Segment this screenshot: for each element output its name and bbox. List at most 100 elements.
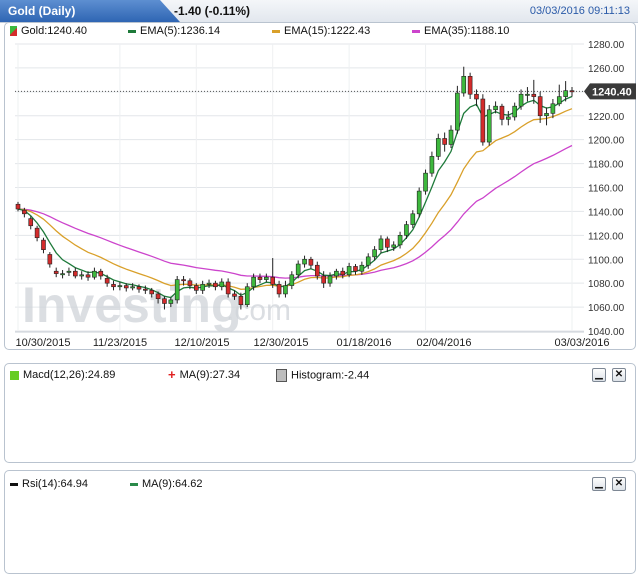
candle-body	[264, 276, 269, 280]
candle-body	[410, 213, 416, 225]
candle-body	[289, 274, 295, 286]
candle-body	[448, 129, 454, 145]
candle-body	[531, 93, 537, 97]
candle-body	[123, 285, 129, 289]
candle-body	[404, 224, 409, 236]
candle-body	[378, 238, 384, 250]
candle-body	[467, 75, 473, 95]
candle-body	[283, 285, 288, 295]
candle-body	[149, 290, 155, 295]
price-x-tick-label: 02/04/2016	[416, 337, 471, 349]
legend-rsi-ma: MA(9):64.62	[130, 478, 203, 490]
candle-body	[79, 274, 84, 277]
candle-body	[28, 218, 34, 227]
candle-body	[174, 279, 180, 301]
candle-body	[544, 113, 549, 117]
macd-legend-icon	[10, 370, 19, 380]
candle-body	[206, 282, 212, 285]
price-y-tick-label: 1220.00	[588, 112, 625, 123]
candle-body	[435, 138, 441, 157]
candle-body	[537, 96, 543, 117]
candle-body	[117, 285, 123, 288]
price-y-tick-label: 1200.00	[588, 136, 625, 147]
candle-body	[187, 280, 193, 286]
price-y-tick-label: 1100.00	[588, 255, 624, 266]
candle-body	[391, 244, 397, 248]
candle-body	[193, 285, 199, 291]
legend-macd-ma: + MA(9):27.34	[168, 367, 241, 383]
price-y-tick-label: 1140.00	[588, 207, 624, 218]
candle-body	[474, 93, 479, 100]
candle-body	[308, 258, 314, 266]
rsi-legend-icon	[10, 482, 18, 486]
minimize-icon[interactable]: ▁	[592, 368, 606, 382]
candle-body	[397, 235, 403, 246]
candle-body	[365, 256, 371, 266]
candle-body	[334, 270, 339, 277]
candle-body	[321, 275, 326, 284]
candle-body	[53, 270, 59, 274]
price-y-tick-label: 1060.00	[588, 303, 625, 314]
candle-body	[423, 172, 428, 192]
candle-body	[104, 278, 110, 284]
price-x-tick-label: 12/10/2015	[174, 337, 229, 349]
candle-body	[270, 276, 276, 285]
candle-body	[455, 92, 460, 131]
candle-body	[34, 227, 40, 239]
candle-body	[550, 103, 556, 114]
candle-body	[556, 96, 562, 105]
close-icon[interactable]: ✕	[612, 477, 626, 491]
candle-body	[251, 276, 256, 288]
minimize-icon[interactable]: ▁	[592, 477, 606, 491]
rsi-ma-legend-icon	[130, 482, 138, 486]
candle-body	[302, 258, 307, 265]
candle-body	[295, 263, 301, 276]
candle-body	[499, 105, 505, 120]
legend-rsi: Rsi(14):64.94	[10, 478, 88, 490]
price-x-tick-label: 10/30/2015	[15, 337, 70, 349]
rsi-legend: Rsi(14):64.94 MA(9):64.62	[10, 478, 410, 494]
candle-body	[136, 286, 142, 290]
candle-body	[327, 275, 333, 284]
candle-body	[518, 93, 524, 107]
candle-body	[353, 266, 358, 272]
candle-body	[506, 116, 511, 120]
candle-body	[257, 276, 263, 280]
price-y-tick-label: 1160.00	[588, 184, 624, 195]
candle-body	[225, 281, 231, 295]
legend-macd: Macd(12,26):24.89	[10, 369, 115, 381]
candle-body	[525, 93, 530, 96]
candle-body	[47, 254, 53, 265]
candle-body	[442, 138, 447, 145]
candle-body	[66, 270, 72, 273]
candle-body	[372, 249, 377, 258]
close-icon[interactable]: ✕	[612, 368, 626, 382]
candle-body	[346, 266, 352, 276]
candle-body	[232, 293, 237, 297]
price-x-tick-label: 12/30/2015	[253, 337, 308, 349]
price-y-tick-label: 1260.00	[588, 64, 625, 75]
histogram-legend-icon	[276, 369, 287, 382]
candle-body	[92, 270, 97, 278]
candle-body	[98, 270, 104, 277]
candle-body	[200, 284, 205, 291]
candle-body	[480, 98, 486, 143]
candle-body	[168, 299, 174, 304]
price-y-tick-label: 1280.00	[588, 40, 625, 51]
candle-body	[493, 105, 498, 111]
candle-body	[563, 90, 568, 97]
candle-body	[213, 282, 218, 288]
candle-body	[60, 273, 65, 276]
last-price-label: 1240.40	[592, 86, 632, 98]
candle-body	[340, 270, 346, 276]
candle-body	[512, 105, 517, 118]
candle-body	[143, 288, 148, 291]
candle-body	[244, 286, 250, 305]
candle-body	[314, 264, 320, 277]
candle-body	[15, 203, 21, 210]
price-x-tick-label: 01/18/2016	[336, 337, 391, 349]
candle-body	[219, 281, 225, 288]
candle-body	[486, 109, 492, 143]
candle-body	[73, 270, 78, 277]
candle-body	[429, 156, 435, 174]
